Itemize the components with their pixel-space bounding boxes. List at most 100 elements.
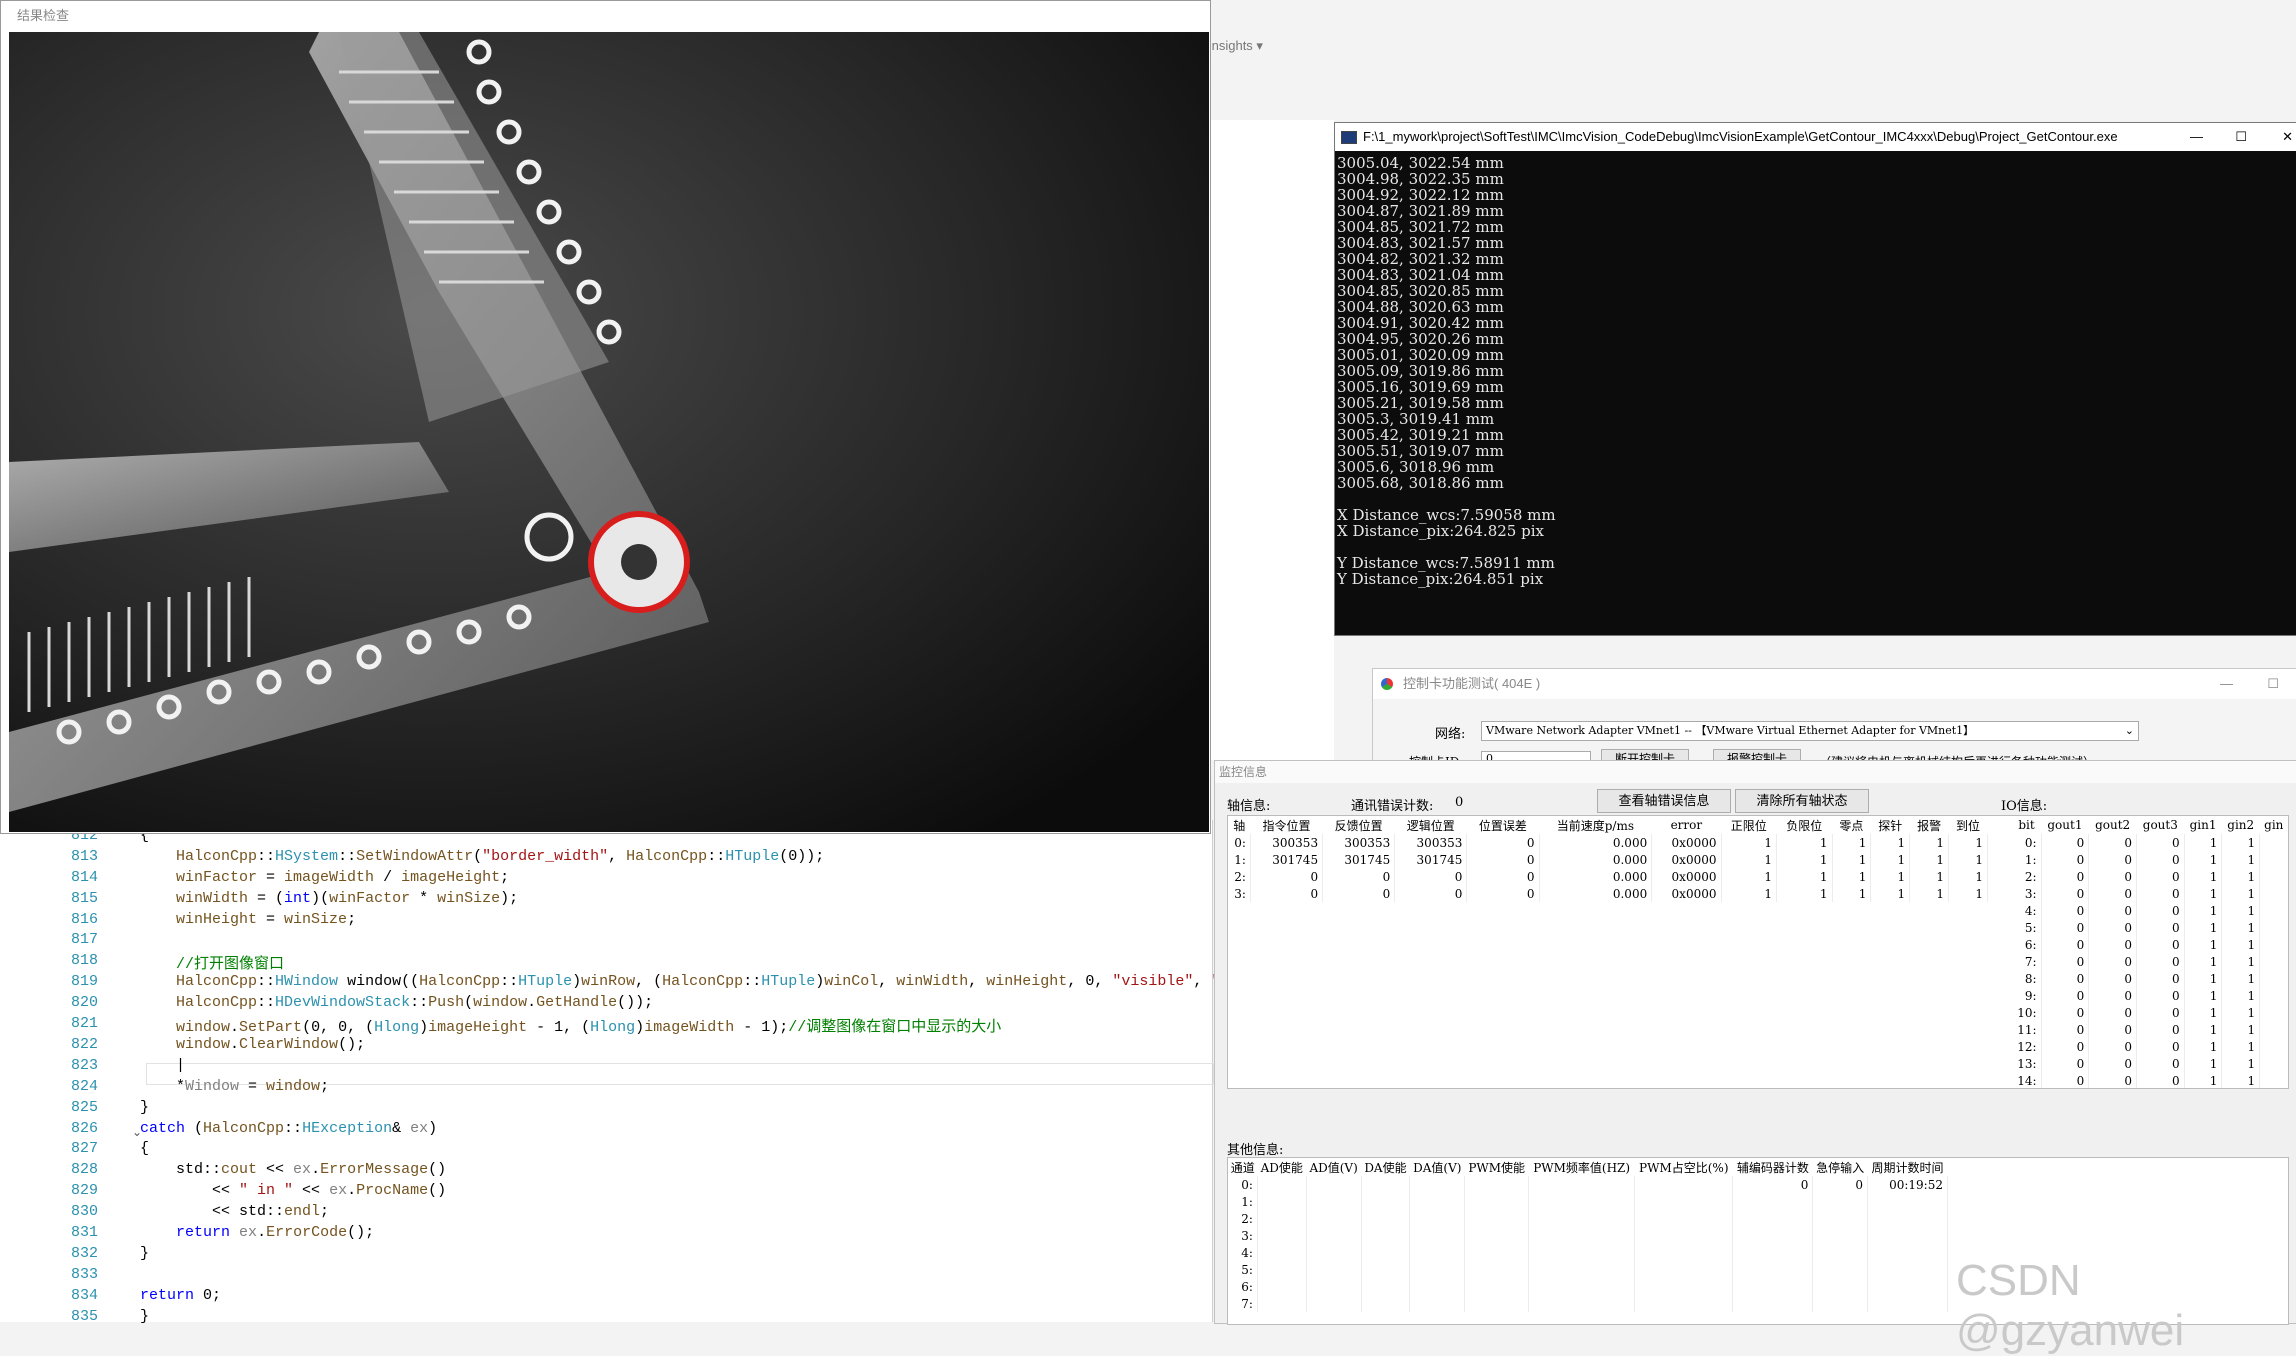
maximize-icon[interactable]: ☐ <box>2267 669 2279 699</box>
table-row[interactable]: 4: <box>1228 1244 1948 1261</box>
code-line[interactable]: } <box>140 1245 149 1262</box>
code-line[interactable]: | <box>140 1057 185 1074</box>
code-line[interactable]: *Window = window; <box>140 1078 329 1095</box>
column-header[interactable]: 轴 <box>1228 816 1250 834</box>
column-header[interactable]: gin2 <box>2222 816 2260 834</box>
column-header[interactable]: gout3 <box>2136 816 2184 834</box>
column-header[interactable]: PWM频率值(HZ) <box>1529 1158 1635 1176</box>
column-header[interactable]: PWM使能 <box>1465 1158 1529 1176</box>
code-editor[interactable]: ⌄ 811try812{813 HalconCpp::HSystem::SetW… <box>0 806 1247 1325</box>
column-header[interactable]: 周期计数时间 <box>1868 1158 1948 1176</box>
code-line[interactable]: HalconCpp::HWindow window((HalconCpp::HT… <box>140 973 1247 990</box>
table-cell: 0 <box>2136 936 2185 953</box>
control-card-dialog[interactable]: 控制卡功能测试( 404E ) — ☐ 网络: VMware Network A… <box>1372 668 2296 770</box>
table-row[interactable]: 5: 0 0 0 1 1 <box>2012 919 2288 936</box>
maximize-icon[interactable]: ☐ <box>2235 123 2247 151</box>
column-header[interactable]: 正限位 <box>1721 816 1777 834</box>
network-select[interactable]: VMware Network Adapter VMnet1 -- 【VMware… <box>1481 721 2139 741</box>
column-header[interactable]: AD值(V) <box>1306 1158 1361 1176</box>
table-row[interactable]: 10: 0 0 0 1 1 <box>2012 1004 2288 1021</box>
table-row[interactable]: 0: 300353 300353 300353 0 0.000 0x0000 1 1 1 1 1 1 <box>1228 834 1988 851</box>
column-header[interactable]: 指令位置 <box>1250 816 1322 834</box>
table-cell: 11: <box>2012 1021 2042 1038</box>
code-line[interactable]: catch (HalconCpp::HException& ex) <box>140 1120 437 1137</box>
column-header[interactable]: gin1 <box>2184 816 2222 834</box>
monitor-panel[interactable]: 监控信息 轴信息: 通讯错误计数: 0 查看轴错误信息 清除所有轴状态 IO信息… <box>1214 760 2296 1325</box>
table-row[interactable]: 1: 301745 301745 301745 0 0.000 0x0000 1 1 1 1 1 1 <box>1228 851 1988 868</box>
table-row[interactable]: 7: <box>1228 1295 1948 1312</box>
minimize-icon[interactable]: — <box>2220 669 2233 699</box>
code-line[interactable]: return 0; <box>140 1287 221 1304</box>
column-header[interactable]: gin <box>2260 816 2288 834</box>
table-cell: 0 <box>2136 987 2185 1004</box>
table-row[interactable]: 6: <box>1228 1278 1948 1295</box>
code-line[interactable]: { <box>140 1140 149 1157</box>
table-row[interactable]: 3: 0 0 0 0 0.000 0x0000 1 1 1 1 1 1 <box>1228 885 1988 902</box>
table-row[interactable]: 5: <box>1228 1261 1948 1278</box>
console-window[interactable]: F:\1_mywork\project\SoftTest\IMC\ImcVisi… <box>1334 122 2296 636</box>
table-cell <box>1634 1278 1734 1295</box>
table-row[interactable]: 1: <box>1228 1193 1948 1210</box>
table-row[interactable]: 8: 0 0 0 1 1 <box>2012 970 2288 987</box>
column-header[interactable]: 当前速度p/ms <box>1539 816 1652 834</box>
column-header[interactable]: 急停输入 <box>1813 1158 1868 1176</box>
code-line[interactable]: } <box>140 1308 149 1325</box>
code-line[interactable]: window.ClearWindow(); <box>140 1036 365 1053</box>
line-number: 829 <box>70 1182 98 1200</box>
table-row[interactable]: 9: 0 0 0 1 1 <box>2012 987 2288 1004</box>
code-line[interactable]: std::cout << ex.ErrorMessage() <box>140 1161 446 1178</box>
code-line[interactable]: HalconCpp::HSystem::SetWindowAttr("borde… <box>140 848 824 865</box>
code-line[interactable]: winWidth = (int)(winFactor * winSize); <box>140 890 518 907</box>
column-header[interactable]: 反馈位置 <box>1323 816 1395 834</box>
column-header[interactable]: PWM占空比(%) <box>1635 1158 1733 1176</box>
column-header[interactable]: 报警 <box>1910 816 1949 834</box>
column-header[interactable]: 通道 <box>1228 1158 1257 1176</box>
table-row[interactable]: 0: 0 0 0 1 1 <box>2012 834 2288 851</box>
minimize-icon[interactable]: — <box>2190 123 2203 151</box>
table-row[interactable]: 3: 0 0 0 1 1 <box>2012 885 2288 902</box>
column-header[interactable]: 逻辑位置 <box>1395 816 1467 834</box>
close-icon[interactable]: ✕ <box>2282 123 2293 151</box>
column-header[interactable]: 辅编码器计数 <box>1733 1158 1813 1176</box>
column-header[interactable]: error <box>1652 816 1721 834</box>
table-row[interactable]: 14: 0 0 0 1 1 <box>2012 1072 2288 1088</box>
table-row[interactable]: 2: 0 0 0 1 1 <box>2012 868 2288 885</box>
table-row[interactable]: 3: <box>1228 1227 1948 1244</box>
table-row[interactable]: 6: 0 0 0 1 1 <box>2012 936 2288 953</box>
column-header[interactable]: 探针 <box>1871 816 1910 834</box>
column-header[interactable]: 负限位 <box>1777 816 1833 834</box>
table-row[interactable]: 1: 0 0 0 1 1 <box>2012 851 2288 868</box>
column-header[interactable]: bit <box>2012 816 2041 834</box>
view-axis-errors-button[interactable]: 查看轴错误信息 <box>1597 789 1731 813</box>
column-header[interactable]: AD使能 <box>1257 1158 1306 1176</box>
table-row[interactable]: 11: 0 0 0 1 1 <box>2012 1021 2288 1038</box>
column-header[interactable]: gout1 <box>2041 816 2089 834</box>
column-header[interactable]: gout2 <box>2089 816 2137 834</box>
column-header[interactable]: 到位 <box>1949 816 1988 834</box>
table-row[interactable]: 0: 0 0 00:19:52 <box>1228 1176 1948 1193</box>
code-line[interactable]: << std::endl; <box>140 1203 329 1220</box>
table-cell: 0 <box>1322 868 1396 885</box>
code-line[interactable]: } <box>140 1099 149 1116</box>
code-line[interactable]: << " in " << ex.ProcName() <box>140 1182 446 1199</box>
clear-axis-status-button[interactable]: 清除所有轴状态 <box>1735 789 1869 813</box>
table-row[interactable]: 13: 0 0 0 1 1 <box>2012 1055 2288 1072</box>
table-row[interactable]: 4: 0 0 0 1 1 <box>2012 902 2288 919</box>
code-line[interactable]: winHeight = winSize; <box>140 911 356 928</box>
column-header[interactable]: 零点 <box>1832 816 1871 834</box>
table-row[interactable]: 12: 0 0 0 1 1 <box>2012 1038 2288 1055</box>
code-line[interactable]: winFactor = imageWidth / imageHeight; <box>140 869 509 886</box>
ide-insights-menu[interactable]: Insights ▾ <box>1208 38 1263 54</box>
table-cell: 6: <box>1228 1278 1258 1295</box>
column-header[interactable]: DA使能 <box>1361 1158 1410 1176</box>
table-row[interactable]: 2: <box>1228 1210 1948 1227</box>
code-line[interactable]: return ex.ErrorCode(); <box>140 1224 374 1241</box>
table-row[interactable]: 7: 0 0 0 1 1 <box>2012 953 2288 970</box>
code-line[interactable]: //打开图像窗口 <box>140 952 284 973</box>
code-line[interactable]: window.SetPart(0, 0, (Hlong)imageHeight … <box>140 1015 1001 1036</box>
result-image-window[interactable]: 结果检查 <box>0 0 1211 834</box>
code-line[interactable]: HalconCpp::HDevWindowStack::Push(window.… <box>140 994 653 1011</box>
column-header[interactable]: DA值(V) <box>1410 1158 1465 1176</box>
column-header[interactable]: 位置误差 <box>1467 816 1539 834</box>
table-row[interactable]: 2: 0 0 0 0 0.000 0x0000 1 1 1 1 1 1 <box>1228 868 1988 885</box>
